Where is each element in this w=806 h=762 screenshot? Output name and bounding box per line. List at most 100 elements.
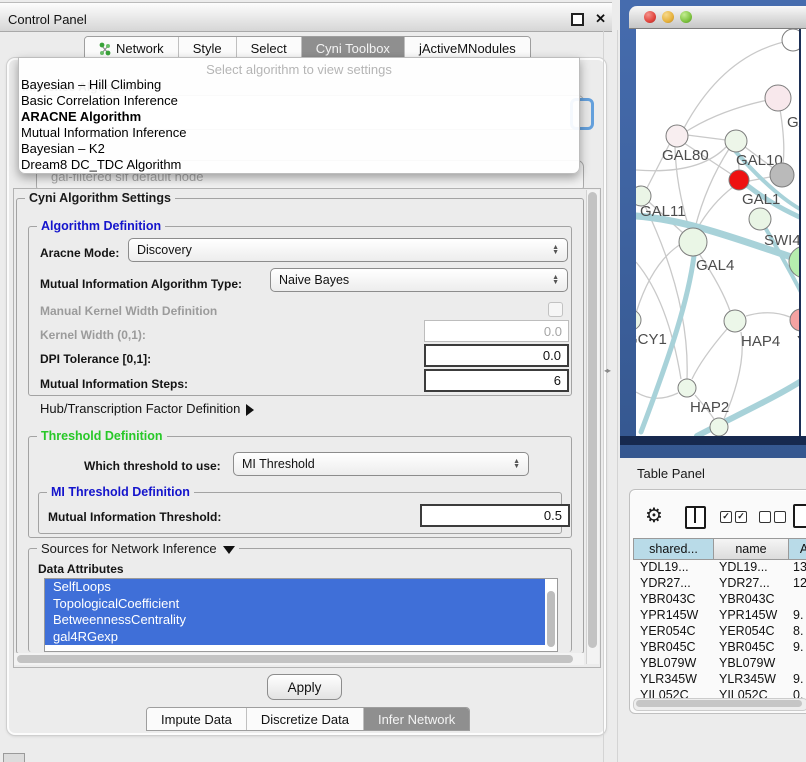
aracne-mode-combo[interactable]: Discovery ▲▼ (128, 238, 568, 262)
network-edge[interactable] (636, 244, 681, 313)
table-toolbar: ⚙ ✓ ✓ (636, 502, 806, 534)
sources-title[interactable]: Sources for Network Inference (37, 541, 239, 556)
float-window-icon[interactable] (571, 13, 584, 26)
network-edge[interactable] (645, 206, 687, 379)
network-node-gal[interactable] (765, 85, 791, 111)
table-cell: YPR145W (712, 608, 786, 624)
tab-discretize-data[interactable]: Discretize Data (247, 708, 364, 730)
tab-label: Cyni Toolbox (316, 41, 390, 56)
splitter-handle-icon[interactable]: ◂▸ (604, 366, 610, 375)
spinner-arrows-icon: ▲▼ (507, 459, 520, 469)
network-node-gal1[interactable] (729, 170, 749, 190)
minimize-traffic-light-icon[interactable] (662, 11, 674, 23)
table-cell: YDL19... (633, 560, 712, 576)
dpi-tolerance-input[interactable]: 0.0 (424, 344, 569, 367)
settings-vertical-scrollbar[interactable] (586, 190, 599, 664)
select-all-checkbox-icon[interactable]: ✓ (720, 511, 732, 523)
settings-horizontal-scrollbar[interactable] (14, 653, 584, 665)
network-edge[interactable] (684, 40, 793, 128)
table-row[interactable]: YBL079WYBL079W (633, 656, 806, 672)
table-row[interactable]: YDL19...YDL19...13 (633, 560, 806, 576)
table-row[interactable]: YBR043CYBR043C (633, 592, 806, 608)
network-graph[interactable]: GALGAL80GAL10GAL1GAL11SWI4GAL4GCY1HAP4YH… (636, 28, 806, 436)
apply-button[interactable]: Apply (267, 674, 342, 700)
network-edge[interactable] (697, 187, 733, 229)
network-node-gal4[interactable] (679, 228, 707, 256)
select-all-checkbox-icon[interactable]: ✓ (735, 511, 747, 523)
table-horizontal-scrollbar[interactable] (633, 698, 806, 711)
table-row[interactable]: YBR045CYBR045C9. (633, 640, 806, 656)
mi-threshold-value: 0.5 (544, 508, 562, 523)
table-cell: YDL19... (712, 560, 786, 576)
table-cell: YBR043C (633, 592, 712, 608)
sources-title-text: Sources for Network Inference (41, 541, 217, 556)
network-edge[interactable] (687, 98, 778, 131)
tab-impute-data[interactable]: Impute Data (147, 708, 247, 730)
algorithm-option[interactable]: ARACNE Algorithm (19, 109, 579, 125)
algorithm-option[interactable]: Basic Correlation Inference (19, 93, 579, 109)
zoom-traffic-light-icon[interactable] (680, 11, 692, 23)
splitter-line (603, 30, 604, 762)
network-node[interactable] (710, 418, 728, 436)
which-threshold-value: MI Threshold (242, 457, 315, 471)
table-row[interactable]: YPR145WYPR145W9. (633, 608, 806, 624)
mi-threshold-title: MI Threshold Definition (47, 485, 194, 499)
table-header-row: shared...nameA (633, 538, 806, 560)
table-cell (786, 592, 806, 608)
column-header-a[interactable]: A (788, 538, 806, 560)
network-window-titlebar (629, 6, 806, 29)
network-node-gcy1[interactable] (636, 310, 641, 330)
node-table: shared...nameA YDL19...YDL19...13YDR27..… (633, 538, 806, 710)
export-table-icon[interactable] (793, 504, 806, 528)
algorithm-option[interactable]: Bayesian – K2 (19, 141, 579, 157)
network-node-label: SWI4 (764, 232, 801, 249)
deselect-checkbox-icon[interactable] (774, 511, 786, 523)
app-root: Control Panel ✕ NetworkStyleSelectCyni T… (0, 0, 806, 762)
deselect-checkbox-icon[interactable] (759, 511, 771, 523)
column-header-name[interactable]: name (713, 538, 788, 560)
gear-icon[interactable]: ⚙ (645, 503, 663, 528)
table-cell: YER054C (633, 624, 712, 640)
network-node-hap2[interactable] (678, 379, 696, 397)
mi-threshold-input[interactable]: 0.5 (420, 504, 570, 527)
manual-kernel-checkbox[interactable] (548, 302, 563, 317)
table-cell: YER054C (712, 624, 786, 640)
network-edge[interactable] (746, 313, 790, 317)
close-traffic-light-icon[interactable] (644, 11, 656, 23)
network-edge[interactable] (692, 329, 727, 379)
network-node-label: GCY1 (636, 331, 667, 348)
expand-down-icon[interactable] (223, 546, 235, 554)
algorithm-option[interactable]: Bayesian – Hill Climbing (19, 77, 579, 93)
which-threshold-combo[interactable]: MI Threshold ▲▼ (233, 452, 529, 476)
corner-widget[interactable] (3, 753, 25, 762)
network-node-gal80[interactable] (666, 125, 688, 147)
table-cell: YLR345W (712, 672, 786, 688)
hub-section-label[interactable]: Hub/Transcription Factor Definition (40, 401, 254, 416)
column-header-shared[interactable]: shared... (633, 538, 713, 560)
control-panel-titlebar: Control Panel ✕ (0, 2, 612, 32)
mi-type-combo[interactable]: Naive Bayes ▲▼ (270, 268, 568, 292)
table-cell: YDR27... (633, 576, 712, 592)
kernel-width-input[interactable]: 0.0 (424, 320, 569, 342)
table-cell: 8. (786, 624, 806, 640)
network-node-gal10[interactable] (725, 130, 747, 152)
network-node[interactable] (770, 163, 794, 187)
close-icon[interactable]: ✕ (595, 11, 606, 27)
algorithm-option[interactable]: Mutual Information Inference (19, 125, 579, 141)
spinner-arrows-icon: ▲▼ (546, 275, 559, 285)
table-cell: YBL079W (712, 656, 786, 672)
network-edge[interactable] (687, 135, 726, 140)
expand-right-icon[interactable] (246, 404, 254, 416)
table-row[interactable]: YDR27...YDR27...12 (633, 576, 806, 592)
network-node-swi4[interactable] (749, 208, 771, 230)
table-row[interactable]: YER054CYER054C8. (633, 624, 806, 640)
network-node-label: GAL4 (696, 257, 734, 274)
algorithm-option[interactable]: Dream8 DC_TDC Algorithm (19, 157, 579, 173)
table-cell: YLR345W (633, 672, 712, 688)
network-node-hap4[interactable] (724, 310, 746, 332)
table-row[interactable]: YLR345WYLR345W9. (633, 672, 806, 688)
network-edge[interactable] (636, 262, 681, 379)
mi-steps-input[interactable]: 6 (424, 369, 569, 392)
tab-infer-network[interactable]: Infer Network (364, 708, 469, 730)
columns-icon[interactable] (685, 506, 706, 529)
